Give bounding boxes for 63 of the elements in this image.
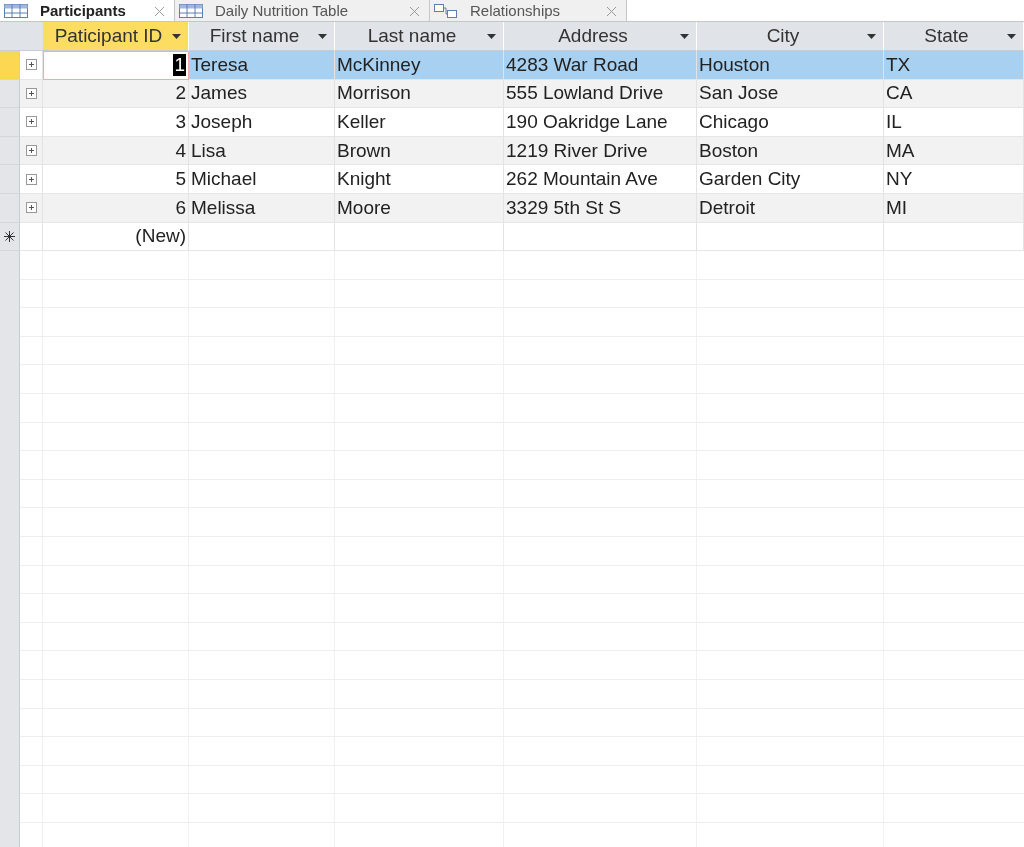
new-record-icon (4, 230, 15, 242)
relationships-icon (434, 2, 458, 19)
close-icon[interactable] (155, 6, 164, 16)
table-cell: 1219 River Drive (504, 136, 697, 166)
table-cell: 3329 5th St S (504, 193, 697, 223)
table-cell: IL (884, 108, 1024, 137)
table-cell: 190 Oakridge Lane (504, 108, 697, 137)
table-cell: 555 Lowland Drive (504, 79, 697, 109)
table-cell: Michael (189, 165, 335, 194)
dropdown-caret-icon[interactable] (487, 34, 496, 39)
table-cell: Teresa (189, 51, 335, 80)
table-cell: TX (884, 51, 1024, 80)
dropdown-caret-icon[interactable] (318, 34, 327, 39)
table-cell: San Jose (697, 79, 884, 109)
table-cell: Melissa (189, 193, 335, 223)
dropdown-caret-icon[interactable] (1007, 34, 1016, 39)
table-cell: Garden City (697, 165, 884, 194)
column-header[interactable]: City (697, 22, 884, 51)
table-cell: 5 (43, 165, 189, 194)
table-cell: MA (884, 136, 1024, 166)
dropdown-caret-icon[interactable] (680, 34, 689, 39)
new-record-field[interactable]: (New) (43, 222, 189, 252)
table-cell: NY (884, 165, 1024, 194)
table-cell: 1 (43, 51, 189, 80)
table-cell: 6 (43, 193, 189, 223)
expand-icon[interactable] (25, 87, 37, 99)
table-cell: 4 (43, 136, 189, 166)
table-cell: Chicago (697, 108, 884, 137)
column-header[interactable]: Paticipant ID (43, 22, 189, 51)
column-header[interactable]: Address (504, 22, 697, 51)
expand-icon[interactable] (25, 202, 37, 214)
column-header[interactable]: First name (189, 22, 335, 51)
table-cell: CA (884, 79, 1024, 109)
dropdown-caret-icon[interactable] (867, 34, 876, 39)
table-cell: McKinney (335, 51, 504, 80)
table-cell: MI (884, 193, 1024, 223)
table-cell: Knight (335, 165, 504, 194)
expand-icon[interactable] (25, 116, 37, 128)
table-cell: Morrison (335, 79, 504, 109)
column-header[interactable]: Last name (335, 22, 504, 51)
column-header[interactable]: State (884, 22, 1024, 51)
table-cell: 3 (43, 108, 189, 137)
table-cell: Joseph (189, 108, 335, 137)
table-cell: Houston (697, 51, 884, 80)
table-cell: Keller (335, 108, 504, 137)
expand-icon[interactable] (25, 173, 37, 185)
dropdown-caret-icon[interactable] (172, 34, 181, 39)
expand-icon[interactable] (25, 145, 37, 157)
table-cell: 4283 War Road (504, 51, 697, 80)
table-cell: 262 Mountain Ave (504, 165, 697, 194)
table-cell: 2 (43, 79, 189, 109)
record-selector[interactable] (0, 222, 20, 252)
table-cell: Moore (335, 193, 504, 223)
table-cell: Brown (335, 136, 504, 166)
table-cell: James (189, 79, 335, 109)
document-tab[interactable]: Relationships (430, 0, 627, 21)
document-tab[interactable]: Daily Nutrition Table (175, 0, 430, 21)
table-cell: Boston (697, 136, 884, 166)
table-icon (179, 3, 203, 18)
table-icon (4, 3, 28, 18)
expand-icon[interactable] (25, 59, 37, 71)
table-cell: Lisa (189, 136, 335, 166)
table-cell: Detroit (697, 193, 884, 223)
